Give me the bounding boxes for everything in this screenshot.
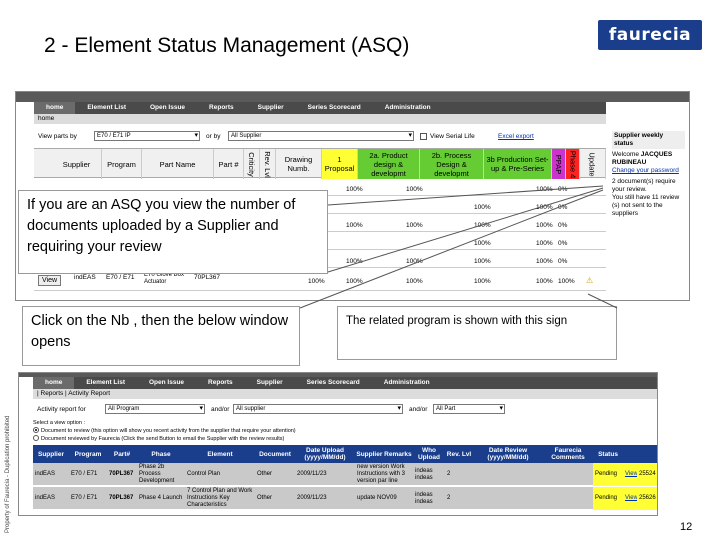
radio-document-reviewed[interactable]: Document reviewed by Faurecia (Click the…: [33, 435, 296, 443]
tab-element-list[interactable]: Element List: [74, 377, 137, 389]
breadcrumb: home: [34, 114, 606, 124]
col-rev-lvl: Rev. Lvl: [260, 149, 276, 179]
documents-to-review-link[interactable]: 2 document(s) require your review.: [612, 178, 685, 194]
filter-bar: View parts by E70 / E71 IP or by All Sup…: [34, 130, 606, 144]
col-program: Program: [74, 450, 102, 458]
callout-asq: If you are an ASQ you view the number of…: [18, 190, 328, 274]
status-badge: Pending: [593, 487, 623, 510]
col-supplier-remarks: Supplier Remarks: [356, 450, 412, 458]
col-criticity: Criticity: [244, 149, 260, 179]
col-who-upload: Who Upload: [417, 447, 441, 461]
col-supplier: Supplier: [37, 450, 64, 458]
view-option-title: Select a view option :: [33, 420, 85, 426]
program-select[interactable]: E70 / E71 IP: [94, 131, 200, 141]
col-drawing: Drawing Numb.: [276, 149, 322, 179]
tab-administration[interactable]: Administration: [372, 377, 442, 389]
view-option-group: Select a view option : Document to revie…: [33, 420, 296, 443]
welcome-label: Welcome: [612, 151, 639, 158]
activity-filter-bar: Activity report for All Program and/or A…: [33, 403, 657, 417]
col-date-review: Date Review (yyyy/MM/dd): [487, 447, 529, 461]
tab-series-scorecard[interactable]: Series Scorecard: [296, 102, 373, 114]
element-table-header: Supplier Program Part Name Part # Critic…: [34, 148, 606, 179]
panel-header: Supplier weekly status: [612, 131, 685, 149]
col-phase: Phase: [151, 450, 171, 458]
col-product-design: 2a. Product design & developmt: [358, 149, 420, 179]
tab-reports[interactable]: Reports: [196, 377, 245, 389]
tab-open-issue[interactable]: Open Issue: [137, 377, 196, 389]
breadcrumb: | Reports | Activity Report: [33, 389, 657, 399]
col-rev-lvl: Rev. Lvl: [446, 450, 472, 458]
main-nav: home Element List Open Issue Reports Sup…: [33, 377, 657, 389]
reviews-not-sent-text: You still have 11 review (s) not sent to…: [612, 194, 680, 217]
table-row: indEAS E70 / E71 70PL367 Phase 2b Proces…: [33, 463, 657, 486]
supplier-select[interactable]: All Supplier: [228, 131, 414, 141]
and-or-label: and/or: [211, 406, 230, 413]
serial-life-label: View Serial Life: [430, 133, 475, 140]
activity-report-label: Activity report for: [37, 406, 86, 413]
radio-document-to-review[interactable]: Document to review (this option will sho…: [33, 427, 296, 435]
part-select[interactable]: All Part: [433, 404, 505, 414]
faurecia-logo: faurecia: [598, 20, 702, 50]
col-date-upload: Date Upload (yyyy/MM/dd): [304, 447, 346, 461]
col-document: Document: [259, 450, 291, 458]
main-nav: home Element List Open Issue Reports Sup…: [34, 102, 606, 114]
col-ppap: PPAP: [552, 149, 566, 179]
supplier-select[interactable]: All supplier: [233, 404, 403, 414]
tab-element-list[interactable]: Element List: [75, 102, 138, 114]
tab-open-issue[interactable]: Open Issue: [138, 102, 197, 114]
col-supplier: Supplier: [52, 149, 102, 179]
col-part: Part#: [113, 450, 131, 458]
page-number: 12: [680, 521, 693, 533]
col-faurecia-comments: Faurecia Comments: [551, 447, 585, 461]
col-part-name: Part Name: [142, 149, 214, 179]
col-update: Update: [580, 149, 606, 179]
change-password-link[interactable]: Change your password: [612, 167, 685, 175]
col-phase: Phase 4: [566, 149, 580, 179]
table-row: View indEAS E70 / E71 E70 Glove Box Actu…: [34, 272, 606, 291]
warning-icon[interactable]: ⚠: [586, 276, 593, 285]
tab-supplier[interactable]: Supplier: [245, 377, 295, 389]
callout-related-program: The related program is shown with this s…: [337, 306, 617, 360]
col-production: 3b Production Set-up & Pre-Series: [484, 149, 552, 179]
col-part-no: Part #: [214, 149, 244, 179]
col-program: Program: [102, 149, 142, 179]
col-process-design: 2b. Process Design & developmt: [420, 149, 484, 179]
top-bar: [16, 92, 689, 102]
col-element: Element: [207, 450, 233, 458]
excel-export-link[interactable]: Excel export: [498, 133, 534, 140]
serial-life-checkbox[interactable]: [420, 133, 427, 140]
tab-supplier[interactable]: Supplier: [246, 102, 296, 114]
tab-home[interactable]: home: [33, 377, 75, 389]
view-button[interactable]: View: [38, 275, 62, 286]
tab-home[interactable]: home: [34, 102, 76, 114]
status-badge: Pending: [593, 463, 623, 486]
callout-click-nb: Click on the Nb , then the below window …: [22, 306, 300, 366]
activity-report-screenshot: home Element List Open Issue Reports Sup…: [18, 372, 658, 516]
tab-reports[interactable]: Reports: [197, 102, 246, 114]
col-status: Status: [598, 450, 618, 458]
view-link[interactable]: View: [623, 463, 637, 486]
slide-title: 2 - Element Status Management (ASQ): [44, 34, 410, 57]
col-proposal: 1 Proposal: [322, 149, 358, 179]
or-by-label: or by: [206, 133, 221, 140]
tab-administration[interactable]: Administration: [373, 102, 443, 114]
view-parts-by-label: View parts by: [38, 133, 77, 140]
program-select[interactable]: All Program: [105, 404, 205, 414]
supplier-weekly-status-panel: Supplier weekly status Welcome JACQUES R…: [606, 129, 689, 300]
activity-table-header: Supplier Program Part# Phase Element Doc…: [33, 445, 657, 463]
side-disclaimer: Property of Faurecia - Duplication prohi…: [5, 415, 11, 533]
table-row: indEAS E70 / E71 70PL367 Phase 4 Launch …: [33, 487, 657, 510]
view-link[interactable]: View: [623, 487, 637, 510]
tab-series-scorecard[interactable]: Series Scorecard: [295, 377, 372, 389]
and-or-label: and/or: [409, 406, 428, 413]
